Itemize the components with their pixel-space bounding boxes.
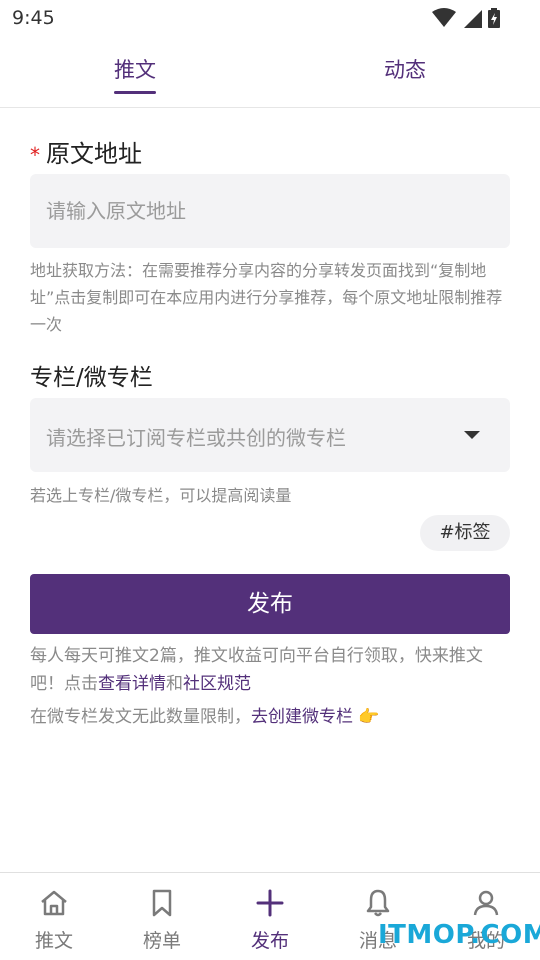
home-icon [41, 890, 67, 916]
url-label: * 原文地址 [30, 134, 142, 169]
tab-activity[interactable]: 动态 [345, 54, 465, 84]
nav-label-ranking: 榜单 [142, 930, 181, 952]
url-input[interactable] [30, 174, 510, 248]
nav-item-ranking[interactable]: 榜单 [108, 873, 216, 960]
watermark: ITMOP.COM [378, 920, 540, 950]
column-hint: 若选上专栏/微专栏，可以提高阅读量 [30, 486, 292, 505]
url-field [30, 174, 510, 248]
bookmark-icon [152, 889, 172, 917]
nav-item-tweet[interactable]: 推文 [0, 873, 108, 960]
nav-item-publish[interactable]: 发布 [216, 873, 324, 960]
wifi-icon [432, 8, 456, 27]
tab-tweet[interactable]: 推文 [75, 54, 195, 84]
publish-note-and: 和 [166, 674, 183, 694]
publish-note: 每人每天可推文2篇，推文收益可向平台自行领取，快来推文吧！点击查看详情和社区规范 [30, 642, 510, 698]
plus-icon [256, 889, 284, 917]
micro-column-note-text: 在微专栏发文无此数量限制， [30, 707, 251, 727]
url-hint: 地址获取方法：在需要推荐分享内容的分享转发页面找到“复制地址”点击复制即可在本应… [30, 261, 503, 334]
signal-icon [464, 10, 482, 28]
battery-icon [488, 8, 500, 28]
nav-label-tweet: 推文 [34, 930, 73, 952]
required-mark: * [30, 143, 40, 167]
user-icon [473, 890, 499, 916]
publish-button[interactable]: 发布 [30, 574, 510, 634]
status-bar: 9:45 [0, 0, 540, 36]
active-tab-indicator [114, 91, 156, 94]
tag-button[interactable]: #标签 [420, 515, 510, 551]
community-rules-link[interactable]: 社区规范 [183, 674, 251, 694]
view-details-link[interactable]: 查看详情 [98, 674, 166, 694]
pointing-hand-icon: 👉 [358, 707, 380, 727]
create-micro-column-link[interactable]: 去创建微专栏 [251, 707, 353, 727]
bell-icon [366, 889, 390, 917]
caret-down-icon [464, 431, 480, 439]
column-select-placeholder: 请选择已订阅专栏或共创的微专栏 [46, 426, 346, 450]
url-label-text: 原文地址 [46, 140, 142, 168]
status-time: 9:45 [12, 7, 55, 29]
nav-label-publish: 发布 [250, 930, 289, 952]
column-select[interactable]: 请选择已订阅专栏或共创的微专栏 [30, 398, 510, 472]
status-icons [432, 8, 500, 28]
top-tabs: 推文 动态 [0, 36, 540, 108]
micro-column-note: 在微专栏发文无此数量限制，去创建微专栏 👉 [30, 704, 380, 730]
column-label: 专栏/微专栏 [30, 365, 153, 391]
